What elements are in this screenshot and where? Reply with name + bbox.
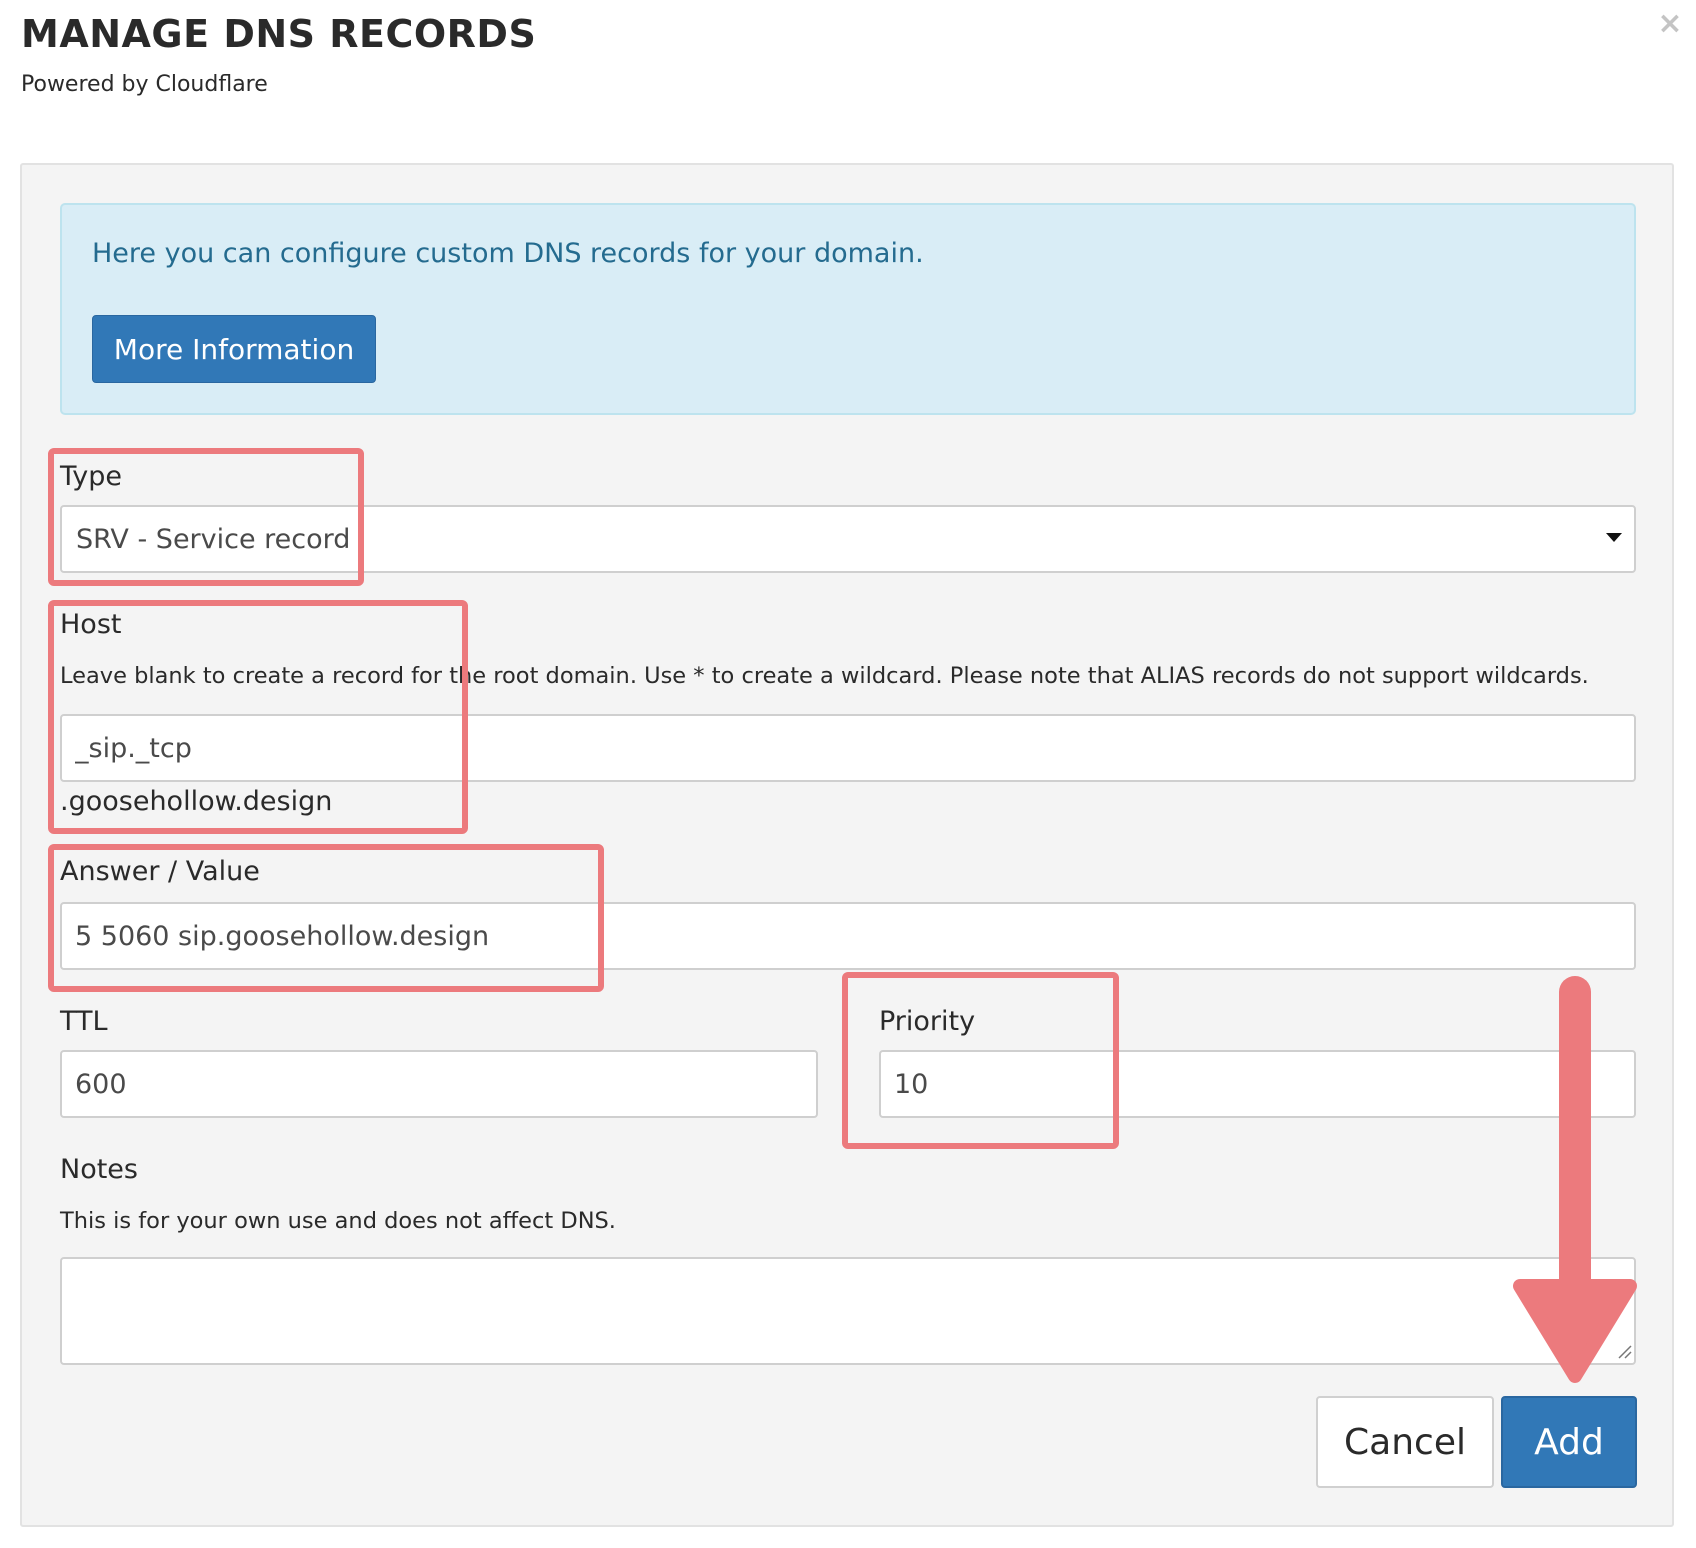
type-select[interactable]: SRV - Service record: [60, 505, 1636, 573]
notes-label: Notes: [60, 1154, 138, 1185]
host-input[interactable]: [60, 714, 1636, 782]
more-information-button[interactable]: More Information: [92, 315, 376, 383]
info-alert-text: Here you can configure custom DNS record…: [92, 238, 924, 269]
type-label: Type: [60, 461, 123, 492]
info-alert: [60, 203, 1636, 415]
priority-input[interactable]: [879, 1050, 1636, 1118]
add-button[interactable]: Add: [1501, 1396, 1637, 1488]
close-icon[interactable]: ×: [1652, 6, 1688, 42]
resize-grip-icon[interactable]: [1616, 1343, 1632, 1359]
ttl-label: TTL: [60, 1006, 108, 1037]
modal-subtitle: Powered by Cloudflare: [21, 72, 268, 97]
notes-textarea[interactable]: [60, 1257, 1636, 1365]
cancel-button[interactable]: Cancel: [1316, 1396, 1494, 1488]
answer-label: Answer / Value: [60, 856, 260, 887]
host-help-text: Leave blank to create a record for the r…: [60, 663, 1589, 689]
answer-input[interactable]: [60, 902, 1636, 970]
notes-help-text: This is for your own use and does not af…: [60, 1208, 616, 1234]
type-select-value: SRV - Service record: [76, 524, 351, 555]
host-domain-suffix: .goosehollow.design: [60, 786, 333, 817]
modal-title: MANAGE DNS RECORDS: [21, 12, 537, 56]
chevron-down-icon: [1606, 533, 1622, 542]
ttl-input[interactable]: [60, 1050, 818, 1118]
host-label: Host: [60, 609, 122, 640]
priority-label: Priority: [879, 1006, 976, 1037]
